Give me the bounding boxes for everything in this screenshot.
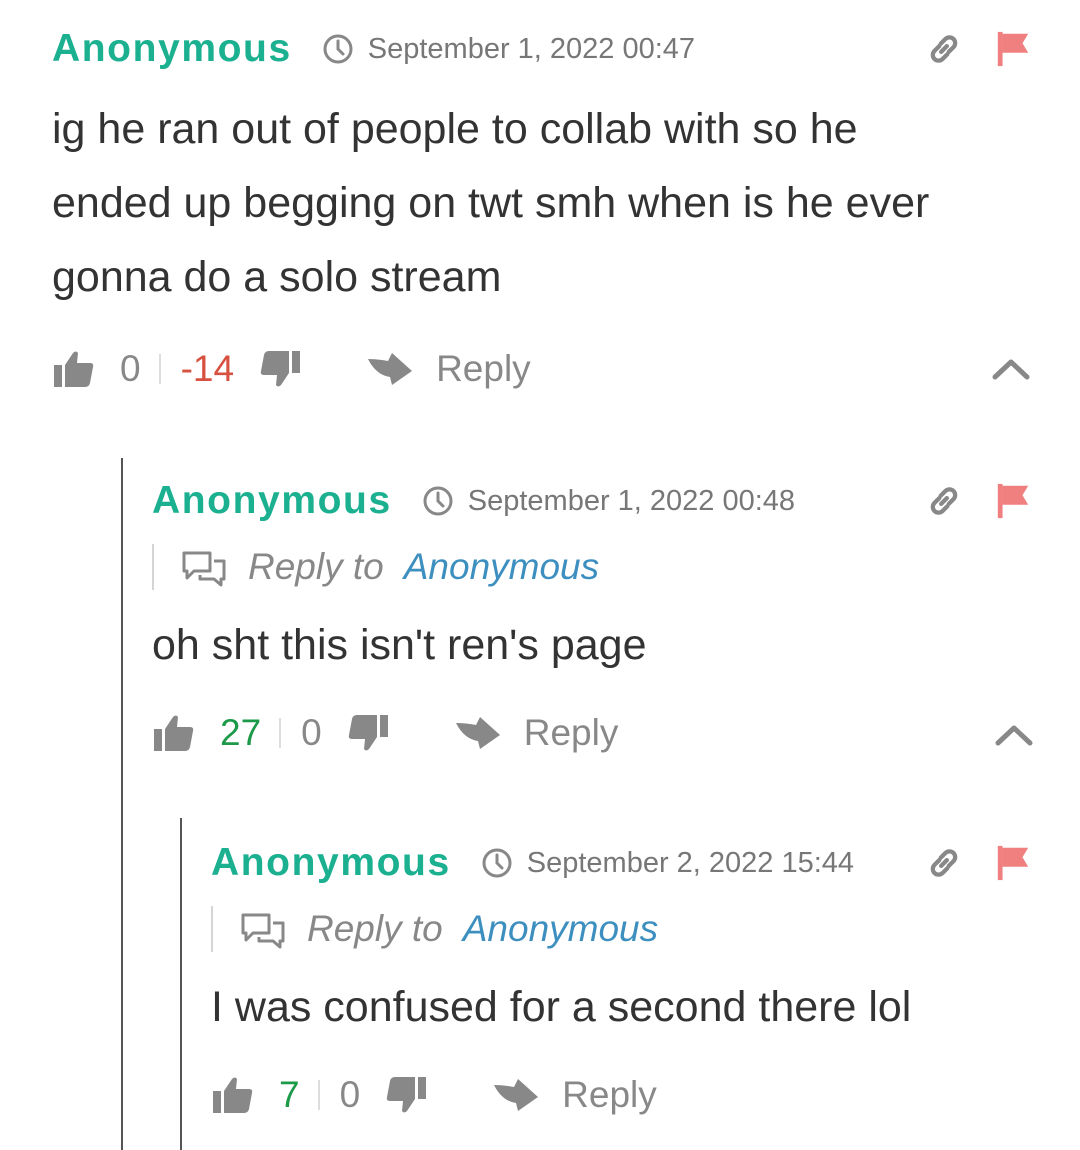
comment-actions: 27 0 Reply <box>152 708 618 758</box>
comment-actions: 0 -14 Reply <box>52 344 531 394</box>
reply-to-label: Reply to <box>248 546 384 587</box>
flag-icon[interactable] <box>994 30 1032 68</box>
link-icon[interactable] <box>925 844 963 882</box>
clock-icon <box>481 847 513 879</box>
flag-icon[interactable] <box>994 482 1032 520</box>
like-count: 0 <box>120 348 141 389</box>
thumbs-up-icon[interactable] <box>152 713 196 753</box>
clock-icon <box>422 485 454 517</box>
thumbs-down-icon[interactable] <box>258 349 302 389</box>
comment-date[interactable]: September 2, 2022 15:44 <box>527 847 854 880</box>
reply-arrow-icon <box>454 715 502 751</box>
comment-date[interactable]: September 1, 2022 00:47 <box>368 33 695 66</box>
author-name[interactable]: Anonymous <box>211 841 451 885</box>
flag-icon[interactable] <box>994 844 1032 882</box>
author-name[interactable]: Anonymous <box>52 27 292 71</box>
dislike-count: 0 <box>339 1074 361 1115</box>
comment-text-line: ig he ran out of people to collab with s… <box>52 105 858 153</box>
reply-to-author[interactable]: Anonymous <box>404 546 599 588</box>
chat-bubbles-icon <box>239 909 287 949</box>
reply-to-label: Reply to <box>307 908 443 949</box>
reply-button[interactable]: Reply <box>492 1074 657 1116</box>
comment-text-line: gonna do a solo stream <box>52 253 502 301</box>
thumbs-up-icon[interactable] <box>211 1075 255 1115</box>
comment-header: Anonymous September 2, 2022 15:44 <box>211 838 854 888</box>
comment-text: I was confused for a second there lol <box>211 970 911 1044</box>
thumbs-down-icon[interactable] <box>346 713 390 753</box>
comment-text-line: ended up begging on twt smh when is he e… <box>52 179 930 227</box>
dislike-count: -14 <box>180 348 235 389</box>
comment-text: oh sht this isn't ren's page <box>152 608 646 682</box>
link-icon[interactable] <box>925 482 963 520</box>
reply-to-author[interactable]: Anonymous <box>463 908 658 950</box>
comment-actions: 7 0 Reply <box>211 1070 657 1120</box>
like-count: 7 <box>279 1074 300 1115</box>
thumbs-down-icon[interactable] <box>384 1075 428 1115</box>
comment-date[interactable]: September 1, 2022 00:48 <box>468 485 795 518</box>
reply-label: Reply <box>562 1074 657 1115</box>
reply-to-indicator: Reply to Anonymous <box>211 906 658 952</box>
clock-icon <box>322 33 354 65</box>
reply-arrow-icon <box>492 1077 540 1113</box>
reply-button[interactable]: Reply <box>366 348 531 390</box>
thread-line-level-1 <box>121 458 123 1150</box>
link-icon[interactable] <box>925 30 963 68</box>
dislike-count: 0 <box>301 712 322 753</box>
vote-separator <box>279 718 282 748</box>
reply-arrow-icon <box>366 351 414 387</box>
thread-line-level-2 <box>180 818 182 1150</box>
chevron-up-icon[interactable] <box>991 357 1031 381</box>
chat-bubbles-icon <box>180 547 228 587</box>
comment-text: ig he ran out of people to collab with s… <box>52 92 929 314</box>
comment-text-line: oh sht this isn't ren's page <box>152 621 647 669</box>
reply-button[interactable]: Reply <box>454 712 619 754</box>
comment-header: Anonymous September 1, 2022 00:48 <box>152 476 795 526</box>
like-count: 27 <box>220 712 262 753</box>
author-name[interactable]: Anonymous <box>152 479 392 523</box>
reply-label: Reply <box>436 348 531 389</box>
reply-label: Reply <box>523 712 619 753</box>
reply-to-indicator: Reply to Anonymous <box>152 544 599 590</box>
comment-text-line: I was confused for a second there lol <box>211 983 912 1031</box>
vote-separator <box>317 1080 320 1110</box>
comment-header: Anonymous September 1, 2022 00:47 <box>52 24 695 74</box>
thumbs-up-icon[interactable] <box>52 349 96 389</box>
chevron-up-icon[interactable] <box>994 723 1034 747</box>
vote-separator <box>158 354 161 384</box>
